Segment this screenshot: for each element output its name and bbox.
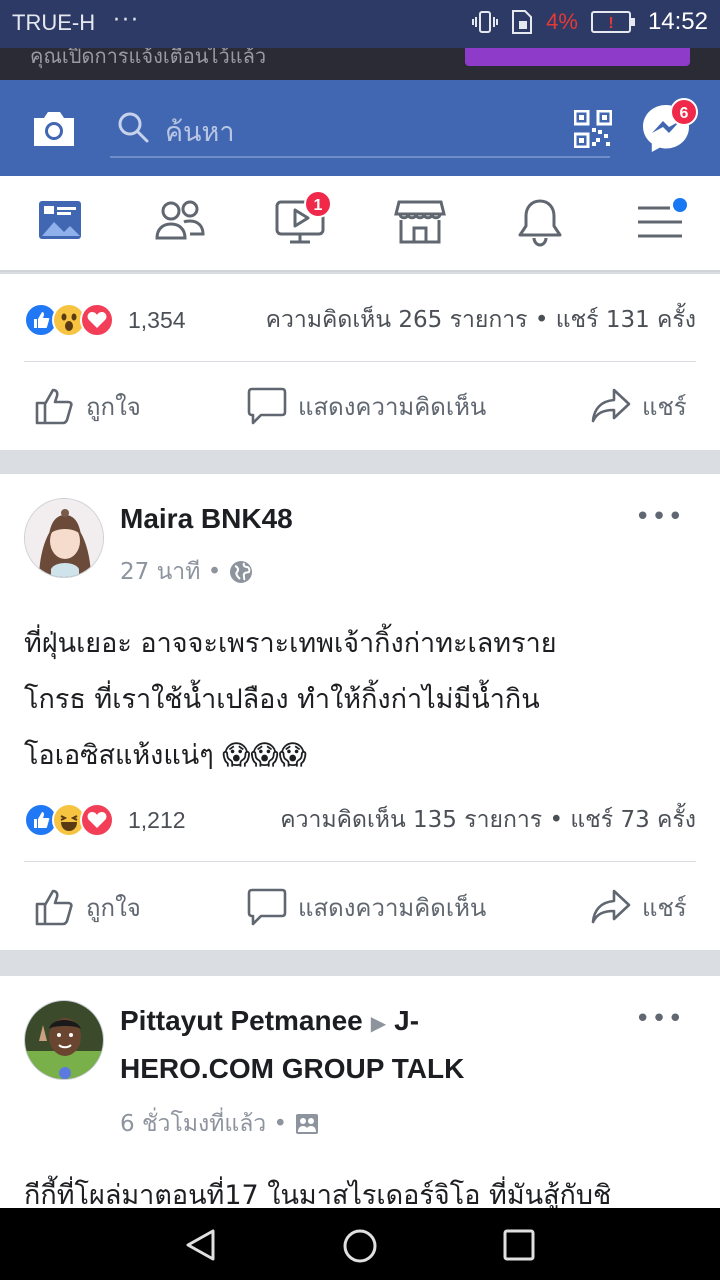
arrow-icon: ▶ (370, 1013, 387, 1035)
qr-code-button[interactable] (573, 109, 613, 152)
profile-photo (25, 499, 103, 577)
reaction-summary[interactable]: 1,212 ความคิดเห็น 135 รายการ • แชร์ 73 ค… (24, 802, 696, 838)
notification-overflow: ··· (113, 8, 140, 33)
post-time[interactable]: 6 ชั่วโมงที่แล้ว • (120, 1106, 287, 1142)
friends-icon (155, 200, 205, 240)
comment-button[interactable]: แสดงความคิดเห็น (246, 867, 486, 947)
banner-button[interactable] (465, 48, 690, 66)
search-placeholder: ค้นหา (165, 117, 235, 148)
messenger-badge: 6 (670, 98, 698, 126)
tab-marketplace[interactable] (394, 196, 454, 252)
post-text-line: โอเอซิสแห้งแน่ๆ 😱😱😱 (24, 740, 307, 771)
camera-button[interactable] (30, 108, 78, 154)
group-icon (296, 1114, 319, 1134)
comment-share-stats[interactable]: ความคิดเห็น 135 รายการ • แชร์ 73 ครั้ง (280, 802, 696, 838)
post-options-button[interactable]: ••• (635, 502, 684, 532)
marketplace-icon (394, 200, 446, 244)
like-label: ถูกใจ (86, 392, 141, 421)
post-card: 1,354 ความคิดเห็น 265 รายการ • แชร์ 131 … (0, 274, 720, 450)
share-button[interactable]: แชร์ (590, 867, 687, 947)
comment-icon (247, 888, 287, 926)
post-author[interactable]: Pittayut Petmanee (120, 1005, 363, 1036)
share-icon (591, 388, 631, 423)
comment-label: แสดงความคิดเห็น (298, 893, 487, 922)
comment-share-stats[interactable]: ความคิดเห็น 265 รายการ • แชร์ 131 ครั้ง (266, 302, 696, 338)
post-actions: ถูกใจ แสดงความคิดเห็น แชร์ (0, 867, 720, 947)
news-feed-icon (39, 201, 81, 239)
post-text-line: ที่ฝุ่นเยอะ อาจจะเพราะเทพเจ้ากิ้งก่าทะเล… (24, 628, 557, 659)
post-text-line: โกรธ ที่เราใช้น้ำเปลือง ทำให้กิ้งก่าไม่ม… (24, 684, 540, 715)
post-author[interactable]: Maira BNK48 (120, 494, 293, 544)
tab-notifications[interactable] (516, 196, 576, 252)
comment-button[interactable]: แสดงความคิดเห็น (246, 366, 486, 446)
share-icon (591, 889, 631, 924)
reaction-count: 1,354 (128, 306, 186, 333)
bell-icon (518, 199, 562, 247)
post-card: Maira BNK48 27 นาที • ••• ที่ฝุ่นเยอะ อา… (0, 474, 720, 950)
divider (24, 861, 696, 862)
tab-friends[interactable] (154, 196, 214, 252)
reaction-count: 1,212 (128, 806, 186, 833)
post-text: ที่ฝุ่นเยอะ อาจจะเพราะเทพเจ้ากิ้งก่าทะเล… (24, 616, 704, 784)
clock: 14:52 (647, 8, 708, 35)
carrier-label: TRUE-H (12, 10, 96, 35)
tab-watch[interactable]: 1 (274, 190, 334, 252)
post-actions: ถูกใจ แสดงความคิดเห็น แชร์ (0, 366, 720, 446)
post-time[interactable]: 27 นาที • (120, 554, 221, 590)
battery-percent: 4% (546, 9, 578, 34)
notification-banner: คุณเปิดการแจ้งเตือนไว้แล้ว (0, 48, 720, 80)
search-icon (118, 112, 149, 143)
post-options-button[interactable]: ••• (635, 1004, 684, 1034)
vibrate-icon (472, 11, 499, 33)
svg-text:!: ! (608, 15, 613, 32)
avatar[interactable] (24, 1000, 104, 1080)
post-card: Pittayut Petmanee ▶ J- HERO.COM GROUP TALK… (0, 976, 720, 1208)
sim-icon (512, 10, 533, 34)
divider (24, 361, 696, 362)
back-icon[interactable] (184, 1228, 218, 1262)
post-meta: 27 นาที • (120, 554, 253, 590)
share-button[interactable]: แชร์ (590, 366, 687, 446)
status-bar: TRUE-H ··· 4% ! 14:52 (0, 0, 720, 48)
like-label: ถูกใจ (86, 893, 141, 922)
home-icon[interactable] (342, 1228, 378, 1264)
post-text: กีกี้ที่โผล่มาตอนที่17 ในมาสไรเดอร์จิโอ … (24, 1180, 612, 1208)
banner-text: คุณเปิดการแจ้งเตือนไว้แล้ว (30, 48, 267, 68)
post-author-line: Pittayut Petmanee ▶ J- (120, 996, 419, 1049)
like-button[interactable]: ถูกใจ (34, 867, 141, 947)
love-icon (80, 303, 114, 337)
comment-icon (247, 387, 287, 425)
globe-icon (230, 561, 253, 583)
avatar[interactable] (24, 498, 104, 578)
group-name[interactable]: J- (394, 1005, 419, 1036)
reaction-summary[interactable]: 1,354 ความคิดเห็น 265 รายการ • แชร์ 131 … (24, 302, 696, 338)
recents-icon[interactable] (503, 1229, 535, 1261)
thumbs-up-icon (35, 889, 73, 926)
post-meta: 6 ชั่วโมงที่แล้ว • (120, 1106, 319, 1142)
qr-code-icon (573, 109, 613, 149)
search-input[interactable]: ค้นหา (110, 104, 610, 158)
love-icon (80, 803, 114, 837)
messenger-button[interactable]: 6 (640, 98, 698, 158)
thumbs-up-icon (35, 388, 73, 425)
comment-label: แสดงความคิดเห็น (298, 392, 487, 421)
like-button[interactable]: ถูกใจ (34, 366, 141, 446)
menu-icon (638, 198, 687, 238)
nav-tabs: 1 (0, 176, 720, 272)
tab-news-feed[interactable] (36, 196, 96, 252)
system-nav-bar (0, 1208, 720, 1280)
group-name-continued[interactable]: HERO.COM GROUP TALK (120, 1044, 464, 1094)
video-badge: 1 (304, 190, 332, 218)
share-label: แชร์ (642, 392, 687, 421)
battery-low-icon: ! (590, 11, 635, 33)
tab-menu[interactable] (636, 196, 696, 252)
profile-photo (25, 1001, 103, 1079)
camera-icon (34, 112, 74, 146)
share-label: แชร์ (642, 893, 687, 922)
